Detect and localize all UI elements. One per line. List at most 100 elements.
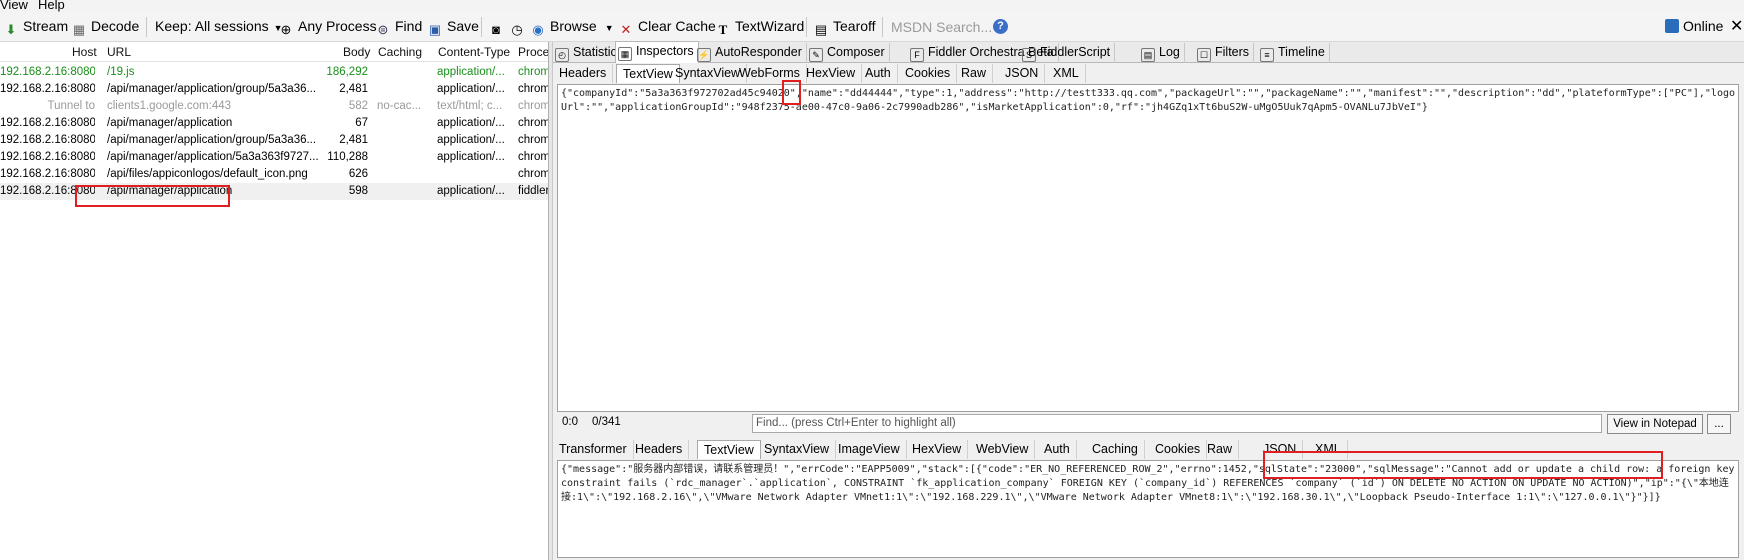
view-in-notepad-button[interactable]: View in Notepad	[1607, 414, 1703, 434]
tab-log[interactable]: ▤ Log	[1139, 43, 1185, 63]
find-input[interactable]: Find... (press Ctrl+Enter to highlight a…	[752, 414, 1602, 433]
tab-composer[interactable]: ✎ Composer	[807, 43, 890, 63]
tab-icon: ▦	[618, 47, 632, 61]
tab-fiddlerscript[interactable]: S FiddlerScript	[1020, 43, 1116, 63]
column-content-type[interactable]: Content-Type	[438, 45, 510, 59]
request-tab-headers[interactable]: Headers	[553, 64, 614, 83]
request-tab-hexview[interactable]: HexView	[800, 64, 863, 83]
table-row[interactable]: 192.168.2.16:8080/api/manager/applicatio…	[0, 132, 548, 149]
cell-proc: chrom	[518, 117, 548, 129]
request-tab-raw[interactable]: Raw	[955, 64, 994, 83]
table-row[interactable]: 192.168.2.16:8080/api/files/appiconlogos…	[0, 166, 548, 183]
request-tab-json[interactable]: JSON	[999, 64, 1046, 83]
table-row[interactable]: Tunnel to clients1.google.com:443 582 no-ca…	[0, 98, 548, 115]
response-tab-hexview[interactable]: HexView	[906, 440, 969, 459]
cell-ct: application/...	[437, 134, 505, 146]
browse-button[interactable]: ◉ Browse ▼	[530, 12, 614, 42]
cell-url: clients1.google.com:443	[107, 100, 232, 112]
save-button[interactable]: ▣ Save	[427, 12, 479, 42]
column-caching[interactable]: Caching	[378, 45, 422, 59]
column-host[interactable]: Host	[72, 45, 97, 59]
timer-button[interactable]: ◷	[509, 12, 529, 42]
more-button[interactable]: ...	[1707, 414, 1731, 434]
cell-host: 192.168.2.16:8080	[0, 66, 95, 78]
tab-icon: ✎	[809, 48, 823, 62]
help-icon[interactable]: ?	[993, 19, 1008, 34]
response-tab-syntaxview[interactable]: SyntaxView	[758, 440, 837, 459]
cell-proc: chrom	[518, 134, 548, 146]
cell-body: 626	[348, 168, 368, 180]
session-list-header: Host URL Body Caching Content-Type Proce	[0, 42, 549, 62]
tab-icon: ☐	[1197, 48, 1211, 62]
table-row[interactable]: 192.168.2.16:8080/api/manager/applicatio…	[0, 81, 548, 98]
clear-cache-button[interactable]: ✕ Clear Cache	[618, 12, 716, 42]
tab-inspectors[interactable]: ▦ Inspectors	[615, 41, 699, 63]
cell-body: 598	[348, 185, 368, 197]
table-row[interactable]: 192.168.2.16:8080/api/manager/applicatio…	[0, 183, 548, 200]
tab-timeline[interactable]: ≡ Timeline	[1258, 43, 1330, 63]
close-icon[interactable]: ✕	[1730, 12, 1743, 42]
response-tab-json[interactable]: JSON	[1257, 440, 1304, 459]
cell-host: 192.168.2.16:8080	[0, 168, 95, 180]
tab-autoresponder[interactable]: ⚡ AutoResponder	[695, 43, 807, 63]
table-row[interactable]: 192.168.2.16:8080/api/manager/applicatio…	[0, 149, 548, 166]
request-textview[interactable]: {"companyId":"5a3a363f972702ad45c94020",…	[557, 84, 1739, 412]
table-row[interactable]: 192.168.2.16:8080/api/manager/applicatio…	[0, 115, 548, 132]
online-indicator[interactable]: Online	[1665, 12, 1723, 42]
request-tab-webforms[interactable]: WebForms	[733, 64, 807, 83]
textwizard-button[interactable]: T TextWizard	[715, 12, 805, 42]
response-tab-textview[interactable]: TextView	[697, 440, 761, 459]
response-tab-xml[interactable]: XML	[1309, 440, 1348, 459]
response-tab-webview[interactable]: WebView	[970, 440, 1036, 459]
response-textview[interactable]: {"message":"服务器内部错误，请联系管理员！","errCode":"…	[557, 460, 1739, 558]
camera-icon: ◙	[492, 22, 500, 37]
tearoff-icon: ▤	[814, 22, 828, 37]
column-process[interactable]: Proce	[518, 45, 549, 59]
tab-label: AutoResponder	[715, 45, 802, 59]
cell-proc: fiddler	[518, 185, 548, 197]
cell-host: 192.168.2.16:8080	[0, 185, 95, 197]
screenshot-button[interactable]: ◙	[488, 12, 508, 42]
tab-icon: ⚡	[697, 48, 711, 62]
column-url[interactable]: URL	[107, 45, 131, 59]
cell-host: 192.168.2.16:8080	[0, 134, 95, 146]
cell-ct: application/...	[437, 151, 505, 163]
request-tab-cookies[interactable]: Cookies	[899, 64, 958, 83]
response-tab-raw[interactable]: Raw	[1201, 440, 1240, 459]
tab-icon: S	[1022, 48, 1036, 62]
chevron-down-icon: ▼	[604, 23, 614, 33]
response-tab-auth[interactable]: Auth	[1038, 440, 1077, 459]
cell-host: 192.168.2.16:8080	[0, 151, 95, 163]
cell-proc: chrom	[518, 83, 548, 95]
char-count: 0/341	[592, 416, 621, 428]
stream-button[interactable]: ⬇ Stream	[3, 12, 69, 42]
inspector-panel: ◴ Statistics ▦ Inspectors ⚡ AutoResponder ✎ Com…	[553, 41, 1744, 560]
decode-icon: ▦	[72, 22, 86, 37]
response-tab-cookies[interactable]: Cookies	[1149, 440, 1208, 459]
any-process-button[interactable]: ⊕ Any Process	[278, 12, 377, 42]
find-button[interactable]: ⊜ Find	[375, 12, 423, 42]
menu-help[interactable]: Help	[38, 0, 65, 12]
request-tab-xml[interactable]: XML	[1047, 64, 1086, 83]
response-tab-transformer[interactable]: Transformer	[553, 440, 634, 459]
main-tabs: ◴ Statistics ▦ Inspectors ⚡ AutoResponder ✎ Com…	[553, 41, 1744, 63]
response-tabs: Transformer Headers TextView SyntaxView Imag…	[553, 439, 1744, 459]
keep-sessions-dropdown[interactable]: Keep: All sessions ▼	[155, 12, 283, 42]
textwizard-icon: T	[718, 22, 728, 37]
table-row[interactable]: 192.168.2.16:8080/19.js 186,292 applicatio…	[0, 64, 548, 81]
menu-view[interactable]: View	[0, 0, 28, 12]
tab-filters[interactable]: ☐ Filters	[1195, 43, 1255, 63]
response-tab-headers[interactable]: Headers	[629, 440, 690, 459]
tearoff-button[interactable]: ▤ Tearoff	[813, 12, 876, 42]
cell-host: 192.168.2.16:8080	[0, 83, 95, 95]
column-body[interactable]: Body	[343, 45, 370, 59]
response-tab-imageview[interactable]: ImageView	[832, 440, 907, 459]
toolbar: ⬇ Stream ▦ Decode Keep: All sessions ▼ ⊕ Any…	[0, 12, 1744, 42]
cell-ct: text/html; c...	[437, 100, 503, 112]
request-tab-auth[interactable]: Auth	[859, 64, 898, 83]
decode-button[interactable]: ▦ Decode	[71, 12, 139, 42]
cell-ct: application/...	[437, 117, 505, 129]
tab-icon: F	[910, 48, 924, 62]
tab-label: FiddlerScript	[1040, 45, 1111, 59]
response-tab-caching[interactable]: Caching	[1086, 440, 1145, 459]
